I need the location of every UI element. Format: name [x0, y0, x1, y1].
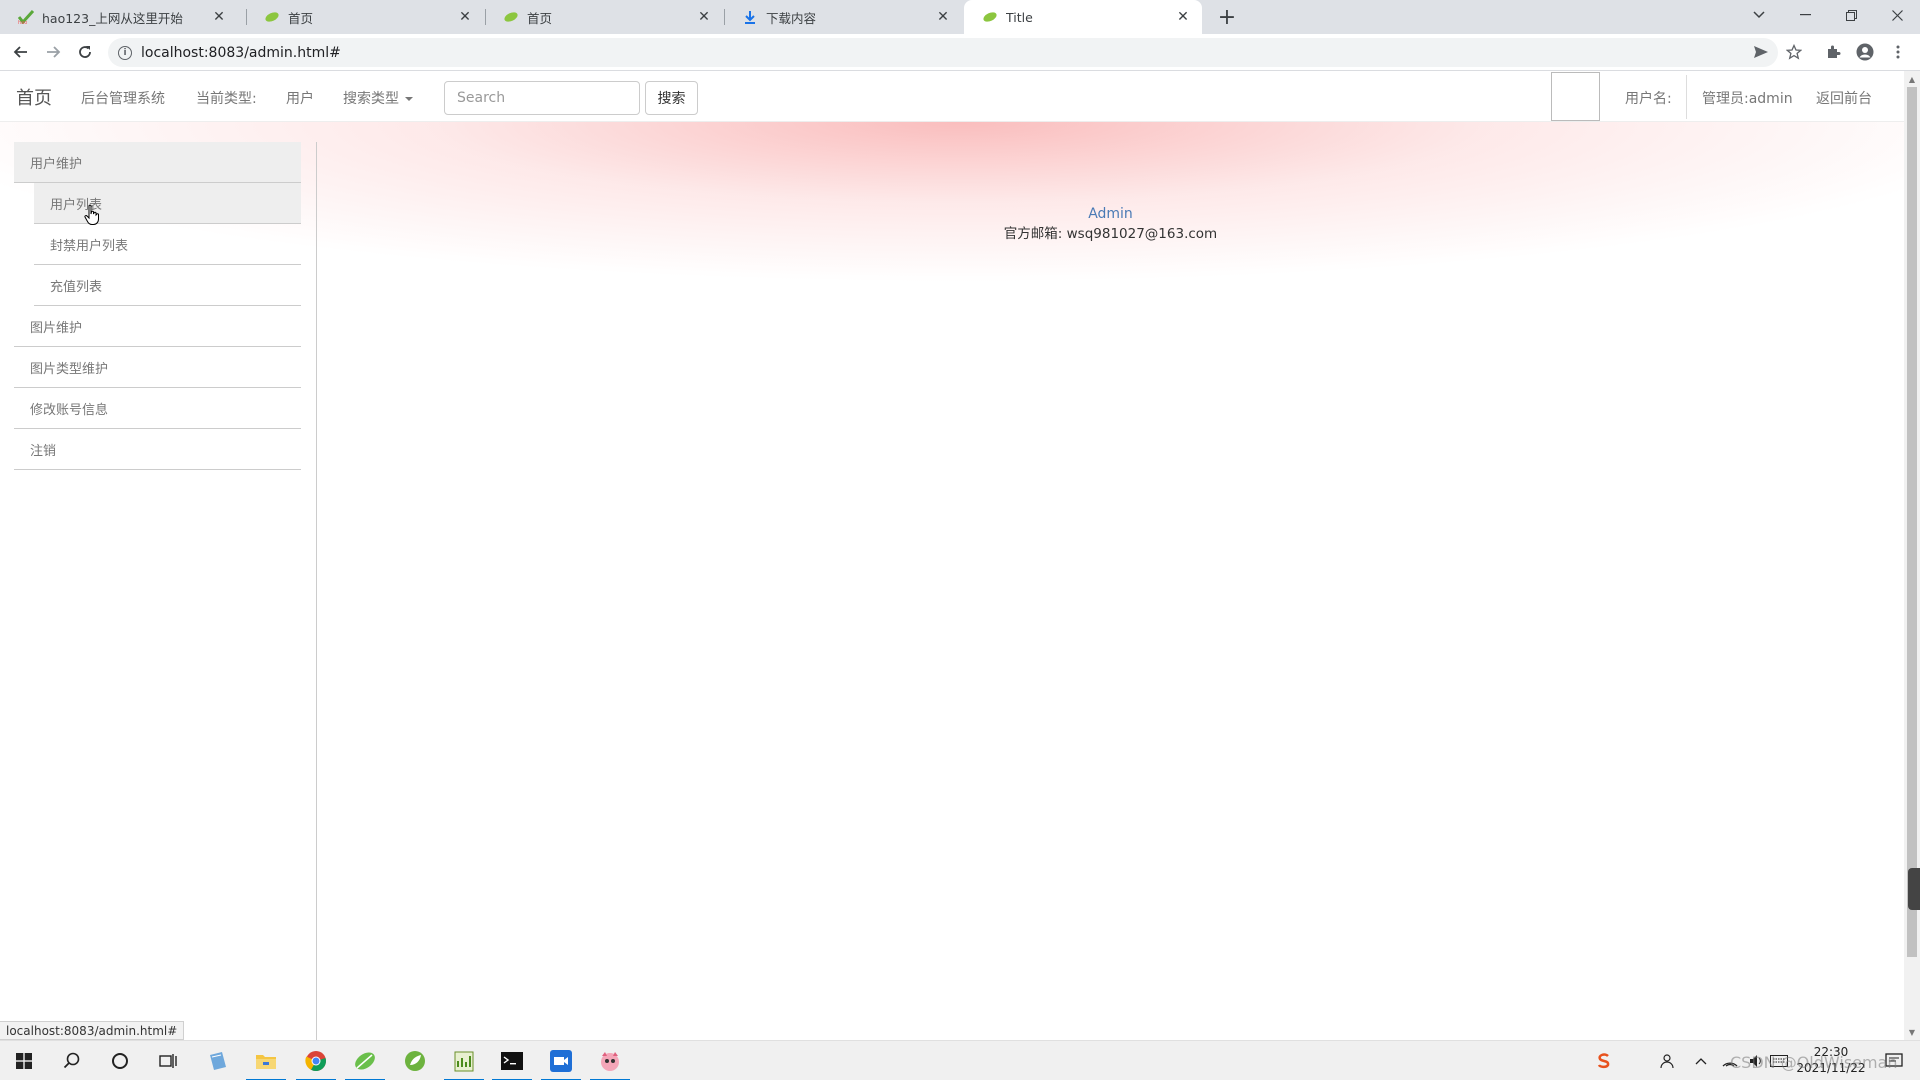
sidebar-item-account-info[interactable]: 修改账号信息: [14, 388, 301, 429]
download-icon: [742, 9, 758, 25]
hand-cursor-icon: [84, 204, 99, 225]
status-url-bar: localhost:8083/admin.html#: [0, 1021, 185, 1040]
top-navbar: 首页 后台管理系统 当前类型: 用户 搜索类型 搜索 用户名: 管理员:admi…: [0, 71, 1904, 122]
browser-tab-strip: hao hao123_上网从这里开始 ✕ 首页 ✕ 首页 ✕ 下载内容 ✕ Ti…: [0, 0, 1920, 34]
svg-text:hao: hao: [18, 20, 27, 24]
sidebar-subitem-recharge-list[interactable]: 充值列表: [34, 265, 301, 306]
people-icon[interactable]: [1654, 1041, 1678, 1080]
nav-username-label[interactable]: 用户名:: [1625, 88, 1672, 108]
cortana-icon[interactable]: [96, 1041, 144, 1080]
chrome-icon[interactable]: [292, 1041, 340, 1080]
idea-leaf-app-icon[interactable]: [341, 1041, 389, 1080]
sidebar-menu: 用户维护 用户列表 封禁用户列表 充值列表 图片维护 图片类型维护 修改账号信息…: [14, 142, 301, 470]
content-title: Admin: [1088, 206, 1133, 222]
close-icon[interactable]: ✕: [1174, 8, 1192, 26]
tab-title: 首页: [527, 10, 553, 26]
sidebar-item-image-type[interactable]: 图片类型维护: [14, 347, 301, 388]
search-icon[interactable]: [48, 1041, 96, 1080]
nav-divider: [1686, 75, 1687, 119]
sidebar-item-logout[interactable]: 注销: [14, 429, 301, 470]
close-window-icon[interactable]: [1874, 0, 1920, 30]
browser-tab-home-2[interactable]: 首页 ✕: [485, 0, 723, 34]
leaf-icon: [503, 9, 519, 25]
browser-tab-home-1[interactable]: 首页 ✕: [246, 0, 484, 34]
back-arrow-icon[interactable]: [8, 39, 34, 65]
restore-icon[interactable]: [1828, 0, 1874, 30]
page-viewport: 首页 后台管理系统 当前类型: 用户 搜索类型 搜索 用户名: 管理员:admi…: [0, 71, 1904, 1040]
side-drawer-handle[interactable]: [1908, 868, 1920, 910]
windows-taskbar: 22:30 2021/11/22: [0, 1040, 1920, 1080]
browser-tab-downloads[interactable]: 下载内容 ✕: [724, 0, 962, 34]
caret-down-icon: [405, 97, 413, 101]
file-explorer-icon[interactable]: [242, 1041, 290, 1080]
avatar-image: [1551, 72, 1600, 121]
send-icon[interactable]: [1751, 42, 1771, 62]
tab-title: hao123_上网从这里开始: [42, 10, 183, 26]
nav-admin-system[interactable]: 后台管理系统: [81, 88, 165, 108]
address-bar[interactable]: i localhost:8083/admin.html#: [108, 38, 1778, 67]
close-icon[interactable]: ✕: [695, 8, 713, 26]
scroll-up-icon[interactable]: ▲: [1904, 71, 1920, 87]
anime-app-icon[interactable]: [586, 1041, 634, 1080]
close-icon[interactable]: ✕: [456, 8, 474, 26]
tab-title: 下载内容: [766, 10, 817, 26]
notebook-app-icon[interactable]: [194, 1041, 242, 1080]
leaf-icon: [264, 9, 280, 25]
sidebar-item-user-maintain[interactable]: 用户维护: [14, 142, 301, 183]
leaf-icon: [982, 9, 998, 25]
content-info: Admin 官方邮箱: wsq981027@163.com: [317, 204, 1904, 244]
tab-title: Title: [1006, 9, 1033, 25]
close-icon[interactable]: ✕: [210, 8, 228, 26]
search-type-dropdown[interactable]: 搜索类型: [343, 88, 413, 108]
nav-admin-account[interactable]: 管理员:admin: [1702, 88, 1793, 108]
search-type-label: 搜索类型: [343, 91, 399, 107]
reload-icon[interactable]: [72, 39, 98, 65]
sidebar-subitem-banned-users[interactable]: 封禁用户列表: [34, 224, 301, 265]
search-input[interactable]: [444, 81, 640, 115]
chevron-up-icon[interactable]: [1690, 1041, 1712, 1080]
terminal-icon[interactable]: [488, 1041, 536, 1080]
sogou-input-icon[interactable]: [1592, 1041, 1616, 1080]
tab-search-icon[interactable]: [1736, 0, 1782, 30]
sidebar-item-image-maintain[interactable]: 图片维护: [14, 306, 301, 347]
scroll-down-icon[interactable]: ▼: [1904, 1024, 1920, 1040]
new-tab-button[interactable]: +: [1214, 4, 1240, 30]
site-info-icon[interactable]: i: [118, 45, 132, 60]
browser-toolbar: i localhost:8083/admin.html#: [0, 34, 1920, 71]
hao123-icon: hao: [18, 9, 34, 25]
spring-app-icon[interactable]: [391, 1041, 439, 1080]
address-url: localhost:8083/admin.html#: [141, 44, 341, 61]
scrollbar-thumb[interactable]: [1907, 87, 1917, 957]
bookmark-star-icon[interactable]: [1784, 42, 1804, 62]
nav-current-type[interactable]: 当前类型:: [196, 88, 257, 108]
forward-arrow-icon[interactable]: [40, 39, 66, 65]
sidebar-subitem-user-list[interactable]: 用户列表: [34, 183, 301, 224]
tab-title: 首页: [288, 10, 314, 26]
csdn-watermark: CSDN @OldWiseman: [1730, 1053, 1898, 1072]
content-email: 官方邮箱: wsq981027@163.com: [1003, 226, 1218, 242]
minimize-icon[interactable]: [1782, 0, 1828, 30]
chart-notepad-icon[interactable]: [440, 1041, 488, 1080]
task-view-icon[interactable]: [144, 1041, 192, 1080]
nav-back-frontend[interactable]: 返回前台: [1816, 88, 1872, 108]
browser-tab-hao123[interactable]: hao hao123_上网从这里开始 ✕: [0, 0, 238, 34]
extensions-icon[interactable]: [1823, 42, 1843, 62]
windows-start-icon[interactable]: [0, 1041, 48, 1080]
search-button[interactable]: 搜索: [645, 81, 698, 115]
close-icon[interactable]: ✕: [934, 8, 952, 26]
menu-kebab-icon[interactable]: [1888, 42, 1908, 62]
meeting-app-icon[interactable]: [537, 1041, 585, 1080]
brand-home-link[interactable]: 首页: [16, 84, 52, 110]
browser-tab-title[interactable]: Title ✕: [964, 0, 1202, 34]
nav-user[interactable]: 用户: [286, 88, 314, 108]
profile-icon[interactable]: [1855, 42, 1875, 62]
content-divider: [316, 142, 317, 1040]
